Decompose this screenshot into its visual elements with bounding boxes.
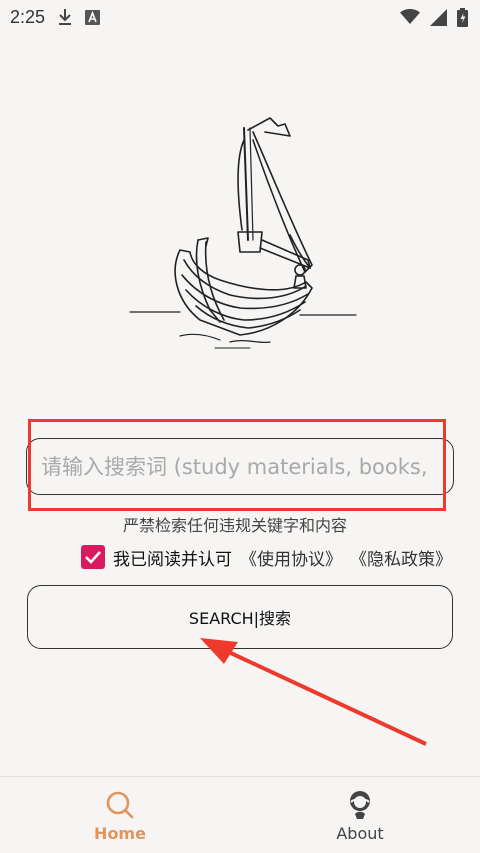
search-icon (105, 790, 135, 820)
status-right (400, 7, 468, 27)
check-icon (85, 551, 101, 564)
nav-item-home[interactable]: Home (0, 777, 240, 853)
nav-item-about[interactable]: About (240, 777, 480, 853)
nav-label-home: Home (94, 823, 146, 843)
wifi-icon (400, 9, 420, 25)
status-bar: 2:25 (0, 0, 480, 34)
signal-icon (430, 8, 447, 26)
warning-text: 严禁检索任何违规关键字和内容 (122, 516, 347, 535)
status-left: 2:25 (10, 6, 101, 28)
notification-a-icon (85, 9, 101, 25)
privacy-link[interactable]: 《隐私政策》 (350, 545, 452, 570)
avatar-icon (345, 790, 375, 820)
agreement-text: 我已阅读并认可 (113, 549, 232, 570)
terms-link[interactable]: 《使用协议》 (240, 545, 342, 570)
nav-label-about: About (336, 823, 384, 843)
battery-charging-icon (457, 7, 468, 27)
download-icon (57, 8, 73, 26)
status-time: 2:25 (10, 6, 46, 27)
agreement-checkbox[interactable] (81, 545, 105, 569)
warning-text-row: 严禁检索任何违规关键字和内容 (0, 512, 480, 536)
search-input[interactable] (27, 439, 453, 494)
boat-illustration (120, 110, 360, 360)
search-button[interactable]: SEARCH|搜索 (27, 585, 453, 649)
search-field-container (26, 438, 454, 495)
agreement-row: 我已阅读并认可 《使用协议》 《隐私政策》 (81, 544, 452, 570)
bottom-nav: Home About (0, 776, 480, 853)
